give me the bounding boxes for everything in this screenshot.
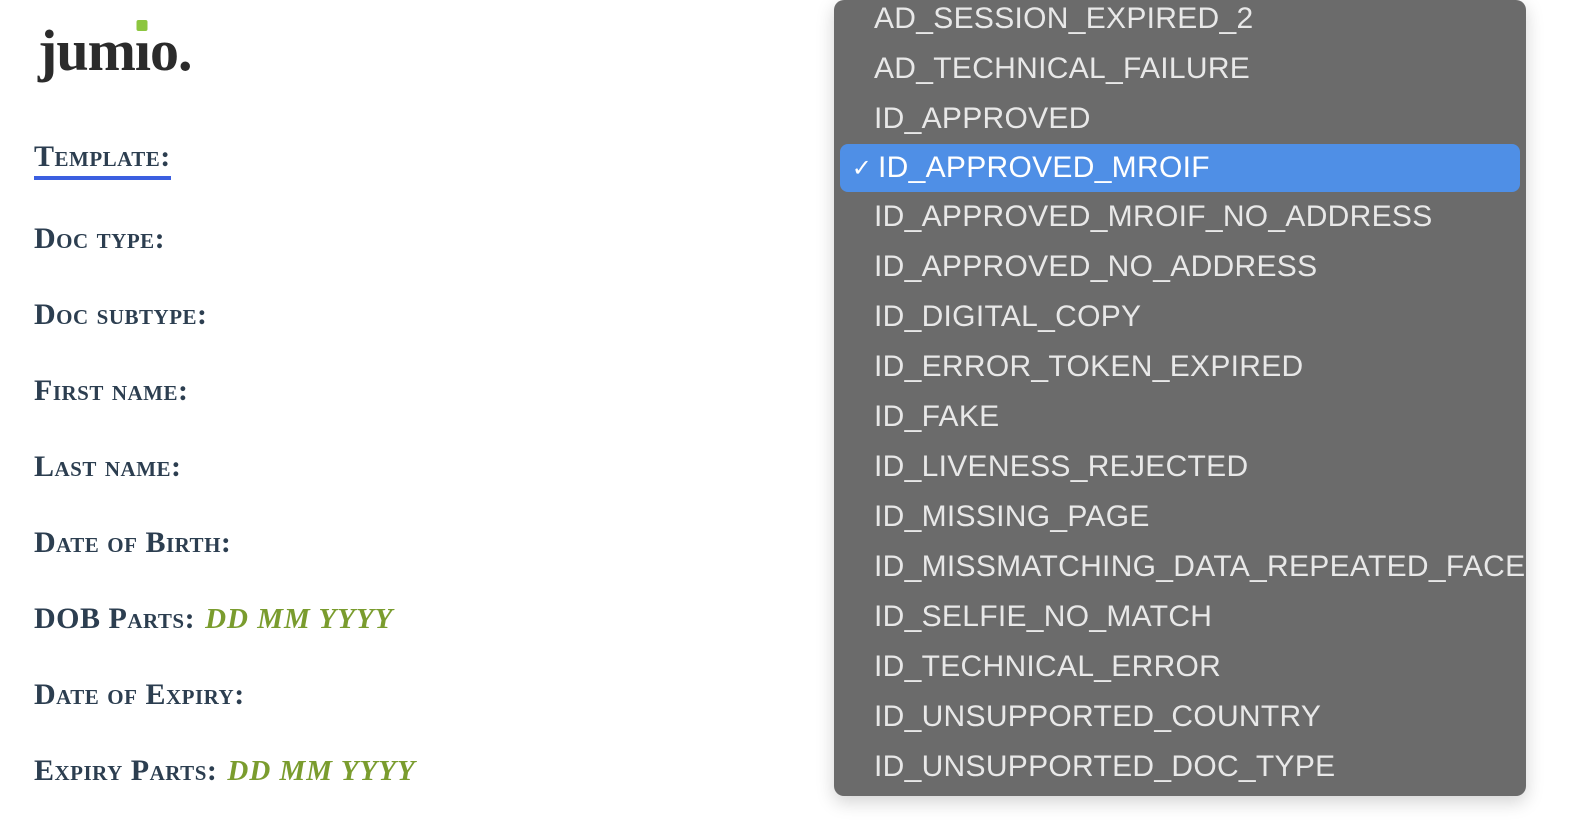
doc-subtype-label: Doc subtype: <box>34 298 208 332</box>
dropdown-option[interactable]: ID_TECHNICAL_ERROR <box>834 642 1526 692</box>
dob-parts-label: DOB Parts: <box>34 602 195 636</box>
template-dropdown[interactable]: AD_SESSION_EXPIRED_2 AD_TECHNICAL_FAILURE… <box>834 0 1526 796</box>
expiry-label: Date of Expiry: <box>34 678 245 712</box>
logo-text-part2: o <box>150 18 178 83</box>
logo-period: . <box>178 18 192 83</box>
dropdown-option-label: ID_LIVENESS_REJECTED <box>874 450 1248 484</box>
dropdown-option-label: ID_APPROVED <box>874 102 1091 136</box>
dropdown-option[interactable]: ID_MISSMATCHING_DATA_REPEATED_FACE <box>834 542 1526 592</box>
dropdown-option[interactable]: ✓ID_APPROVED_MROIF <box>840 144 1520 192</box>
dropdown-option-label: ID_UNSUPPORTED_DOC_TYPE <box>874 750 1335 784</box>
dropdown-option-label: ID_DIGITAL_COPY <box>874 300 1141 334</box>
page: jumıo. Template: Doc type: Doc subtype: … <box>0 0 1574 832</box>
form-column: Template: Doc type: Doc subtype: First n… <box>34 140 416 830</box>
dropdown-option[interactable]: AD_TECHNICAL_FAILURE <box>834 44 1526 94</box>
doc-type-label: Doc type: <box>34 222 165 256</box>
dropdown-option-label: ID_APPROVED_NO_ADDRESS <box>874 250 1317 284</box>
template-row: Template: <box>34 140 416 180</box>
expiry-parts-row: Expiry Parts: DD MM YYYY <box>34 754 416 788</box>
dropdown-option[interactable]: ID_APPROVED_MROIF_NO_ADDRESS <box>834 192 1526 242</box>
dropdown-option-label: ID_ERROR_TOKEN_EXPIRED <box>874 350 1304 384</box>
dropdown-option-label: ID_APPROVED_MROIF_NO_ADDRESS <box>874 200 1433 234</box>
expiry-parts-label: Expiry Parts: <box>34 754 217 788</box>
dropdown-option[interactable]: ID_UNSUPPORTED_COUNTRY <box>834 692 1526 742</box>
dropdown-option-label: ID_UNSUPPORTED_COUNTRY <box>874 700 1321 734</box>
dob-parts-row: DOB Parts: DD MM YYYY <box>34 602 416 636</box>
dropdown-option[interactable]: ID_FAKE <box>834 392 1526 442</box>
last-name-label: Last name: <box>34 450 182 484</box>
expiry-row: Date of Expiry: <box>34 678 416 712</box>
dropdown-option-label: ID_APPROVED_MROIF <box>878 151 1210 185</box>
template-label: Template: <box>34 140 171 180</box>
first-name-row: First name: <box>34 374 416 408</box>
dropdown-option[interactable]: ID_SELFIE_NO_MATCH <box>834 592 1526 642</box>
check-icon: ✓ <box>850 154 874 183</box>
dropdown-option[interactable]: ID_APPROVED_NO_ADDRESS <box>834 242 1526 292</box>
dropdown-option-label: AD_SESSION_EXPIRED_2 <box>874 2 1254 36</box>
dropdown-option[interactable]: ID_DIGITAL_COPY <box>834 292 1526 342</box>
logo-text-part1: jum <box>38 18 135 83</box>
dropdown-option[interactable]: AD_SESSION_EXPIRED_2 <box>834 0 1526 44</box>
last-name-row: Last name: <box>34 450 416 484</box>
dropdown-option[interactable]: ID_UNSUPPORTED_DOC_TYPE <box>834 742 1526 792</box>
first-name-label: First name: <box>34 374 189 408</box>
dropdown-option[interactable]: ID_MISSING_PAGE <box>834 492 1526 542</box>
dropdown-option-label: ID_SELFIE_NO_MATCH <box>874 600 1212 634</box>
dropdown-option-label: ID_MISSMATCHING_DATA_REPEATED_FACE <box>874 550 1525 584</box>
dob-row: Date of Birth: <box>34 526 416 560</box>
jumio-logo: jumıo. <box>38 22 192 80</box>
dropdown-option-label: ID_MISSING_PAGE <box>874 500 1150 534</box>
dob-label: Date of Birth: <box>34 526 231 560</box>
logo-text-i: ı <box>135 22 150 80</box>
doc-type-row: Doc type: <box>34 222 416 256</box>
doc-subtype-row: Doc subtype: <box>34 298 416 332</box>
dropdown-option-label: ID_FAKE <box>874 400 999 434</box>
dropdown-option[interactable]: ID_ERROR_TOKEN_EXPIRED <box>834 342 1526 392</box>
dropdown-option[interactable]: ID_APPROVED <box>834 94 1526 144</box>
dob-parts-hint: DD MM YYYY <box>205 603 393 636</box>
expiry-parts-hint: DD MM YYYY <box>227 755 415 788</box>
dropdown-option-label: AD_TECHNICAL_FAILURE <box>874 52 1250 86</box>
dropdown-option[interactable]: ID_LIVENESS_REJECTED <box>834 442 1526 492</box>
dropdown-option-label: ID_TECHNICAL_ERROR <box>874 650 1221 684</box>
